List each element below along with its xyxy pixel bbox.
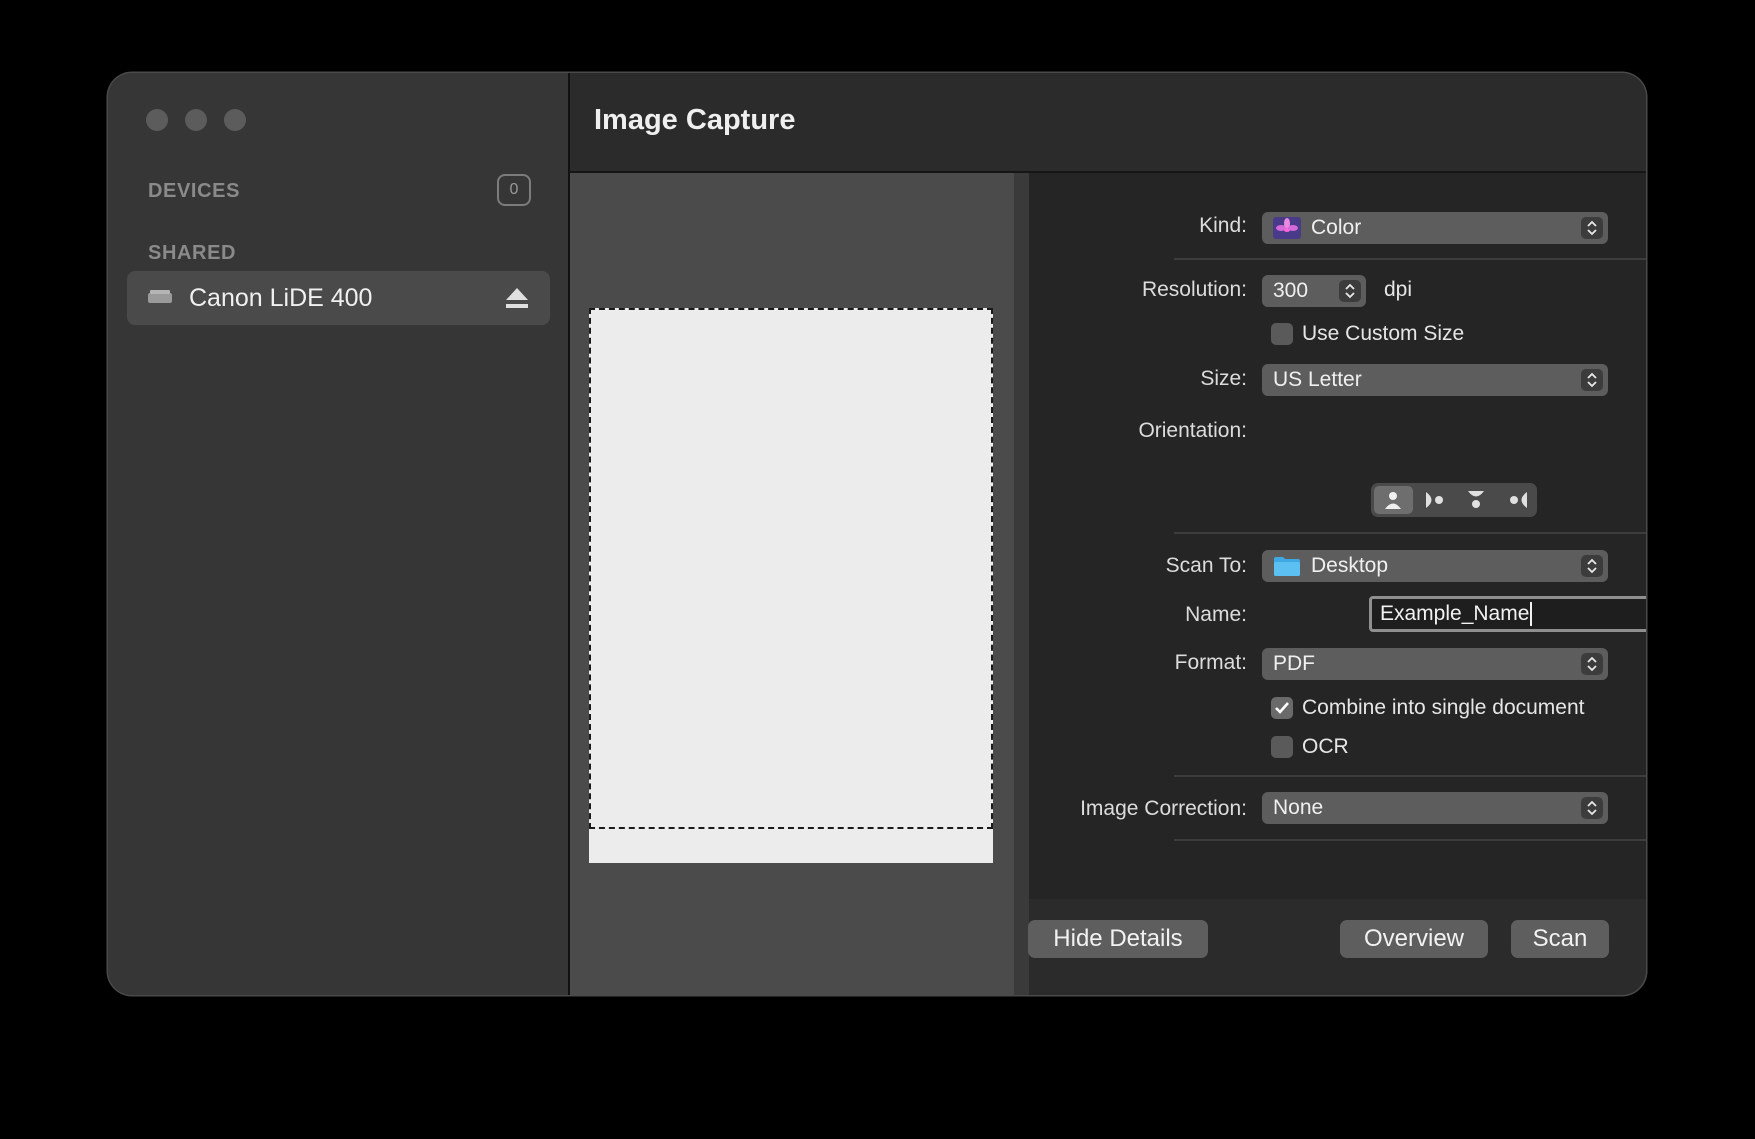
eject-icon[interactable] — [504, 286, 530, 310]
title-bar: Image Capture — [570, 73, 1646, 173]
pane-divider[interactable] — [1014, 173, 1029, 995]
scanner-icon — [148, 290, 172, 303]
stepper-icon[interactable] — [1339, 280, 1361, 302]
app-title: Image Capture — [594, 104, 796, 136]
close-window-button[interactable] — [146, 109, 168, 131]
chevron-updown-icon — [1581, 797, 1603, 819]
scan-to-popup[interactable]: Desktop — [1262, 550, 1608, 582]
scanned-page-preview — [589, 308, 993, 863]
image-correction-label: Image Correction: — [1080, 797, 1247, 820]
name-input-value: Example_Name — [1380, 602, 1530, 625]
image-capture-window: DEVICES 0 SHARED Canon LiDE 400 Image Ca… — [108, 73, 1646, 995]
resolution-unit: dpi — [1384, 278, 1413, 301]
scan-to-label: Scan To: — [1165, 554, 1247, 577]
image-correction-value: None — [1273, 796, 1324, 819]
name-input[interactable]: Example_Name — [1369, 596, 1646, 632]
minimize-window-button[interactable] — [185, 109, 207, 131]
devices-heading: DEVICES — [148, 180, 241, 202]
chevron-updown-icon — [1581, 217, 1603, 239]
checkmark-icon — [1275, 702, 1289, 714]
orientation-upside-down-button[interactable] — [1457, 486, 1496, 514]
overview-button[interactable]: Overview — [1340, 920, 1488, 958]
person-right-icon — [1509, 492, 1527, 508]
scan-to-value: Desktop — [1311, 554, 1389, 577]
ocr-checkbox[interactable] — [1271, 736, 1293, 758]
chevron-updown-icon — [1581, 369, 1603, 391]
device-name: Canon LiDE 400 — [189, 283, 373, 312]
orientation-rotate-right-button[interactable] — [1499, 486, 1538, 514]
resolution-value: 300 — [1273, 279, 1309, 302]
name-label: Name: — [1185, 603, 1247, 626]
use-custom-size-label: Use Custom Size — [1302, 322, 1465, 345]
format-popup[interactable]: PDF — [1262, 648, 1608, 680]
separator — [1174, 839, 1646, 841]
image-correction-popup[interactable]: None — [1262, 792, 1608, 824]
color-flower-icon — [1273, 217, 1301, 239]
person-left-icon — [1425, 492, 1443, 508]
scan-button[interactable]: Scan — [1511, 920, 1609, 958]
separator — [1174, 532, 1646, 534]
use-custom-size-checkbox[interactable] — [1271, 323, 1293, 345]
combine-checkbox[interactable] — [1271, 697, 1293, 719]
kind-popup[interactable]: Color — [1262, 212, 1608, 244]
zoom-window-button[interactable] — [224, 109, 246, 131]
format-value: PDF — [1273, 652, 1315, 675]
window-controls — [146, 109, 246, 131]
selection-rectangle[interactable] — [589, 308, 993, 829]
orientation-label: Orientation: — [1138, 419, 1247, 442]
separator — [1174, 775, 1646, 777]
chevron-updown-icon — [1581, 555, 1603, 577]
person-upright-icon — [1385, 492, 1402, 509]
scan-preview-area[interactable] — [570, 173, 1014, 995]
orientation-segmented-control — [1371, 483, 1537, 517]
kind-value: Color — [1311, 216, 1362, 239]
text-caret — [1530, 602, 1533, 626]
size-label: Size: — [1200, 367, 1247, 390]
sidebar: DEVICES 0 SHARED Canon LiDE 400 — [108, 73, 570, 995]
kind-label: Kind: — [1199, 214, 1247, 237]
combine-label: Combine into single document — [1302, 696, 1585, 719]
resolution-label: Resolution: — [1141, 278, 1247, 301]
size-popup[interactable]: US Letter — [1262, 364, 1608, 396]
format-label: Format: — [1174, 651, 1247, 674]
resolution-field[interactable]: 300 — [1262, 275, 1366, 307]
separator — [1174, 258, 1646, 260]
orientation-rotate-left-button[interactable] — [1416, 486, 1455, 514]
ocr-label: OCR — [1302, 735, 1349, 758]
folder-icon — [1274, 557, 1300, 576]
devices-count-badge[interactable]: 0 — [497, 174, 531, 206]
size-value: US Letter — [1273, 368, 1362, 391]
person-upside-down-icon — [1468, 491, 1485, 508]
orientation-upright-button[interactable] — [1374, 486, 1413, 514]
shared-heading: SHARED — [148, 242, 237, 264]
chevron-updown-icon — [1581, 653, 1603, 675]
hide-details-button[interactable]: Hide Details — [1028, 920, 1208, 958]
sidebar-item-canon-lide-400[interactable]: Canon LiDE 400 — [127, 271, 550, 325]
